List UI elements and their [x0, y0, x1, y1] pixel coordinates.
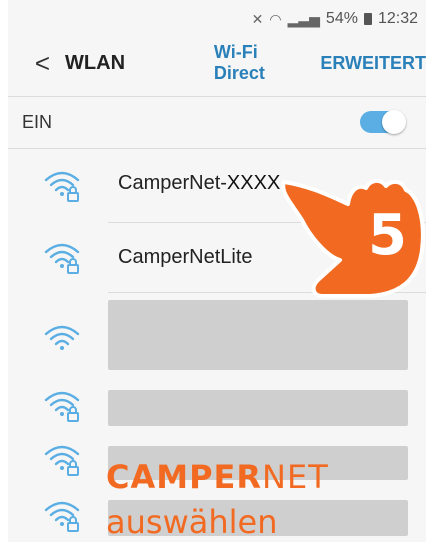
mute-icon: ✕ — [251, 10, 264, 27]
network-item-obscured[interactable] — [8, 300, 426, 370]
app-bar: < WLAN Wi-Fi Direct ERWEITERT — [8, 40, 426, 86]
battery-icon — [363, 13, 372, 25]
battery-percent: 54% — [325, 10, 358, 27]
wifi-lock-icon — [44, 501, 80, 532]
wifi-status-icon: ◠ — [269, 10, 282, 27]
wifi-direct-button[interactable]: Wi-Fi Direct — [214, 42, 296, 84]
divider — [8, 96, 426, 97]
network-item-obscured[interactable] — [8, 384, 426, 428]
divider — [8, 148, 426, 149]
network-name: CamperNet-XXXX — [118, 172, 281, 194]
obscured-network-name — [108, 390, 408, 426]
network-name: CamperNetLite — [118, 246, 253, 268]
wlan-switch[interactable] — [360, 110, 406, 134]
page-title: WLAN — [65, 51, 126, 74]
signal-icon: ▂▃▅ — [287, 10, 320, 27]
advanced-button[interactable]: ERWEITERT — [320, 53, 426, 74]
caption-line-1: CAMPERNET — [106, 458, 329, 496]
status-bar: ✕ ◠ ▂▃▅ 54% 12:32 — [8, 0, 426, 38]
wifi-lock-icon — [44, 243, 80, 274]
back-button[interactable]: < — [26, 48, 59, 79]
wifi-lock-icon — [44, 171, 80, 202]
wifi-icon — [44, 325, 80, 350]
caption-line-2: auswählen — [106, 503, 278, 541]
wifi-lock-icon — [44, 391, 80, 422]
obscured-network-name — [108, 300, 408, 370]
clock: 12:32 — [377, 10, 418, 27]
wlan-toggle-row[interactable]: EIN — [8, 100, 426, 144]
wifi-lock-icon — [44, 445, 80, 476]
step-number: 5 — [368, 203, 407, 268]
toggle-label: EIN — [22, 111, 53, 132]
